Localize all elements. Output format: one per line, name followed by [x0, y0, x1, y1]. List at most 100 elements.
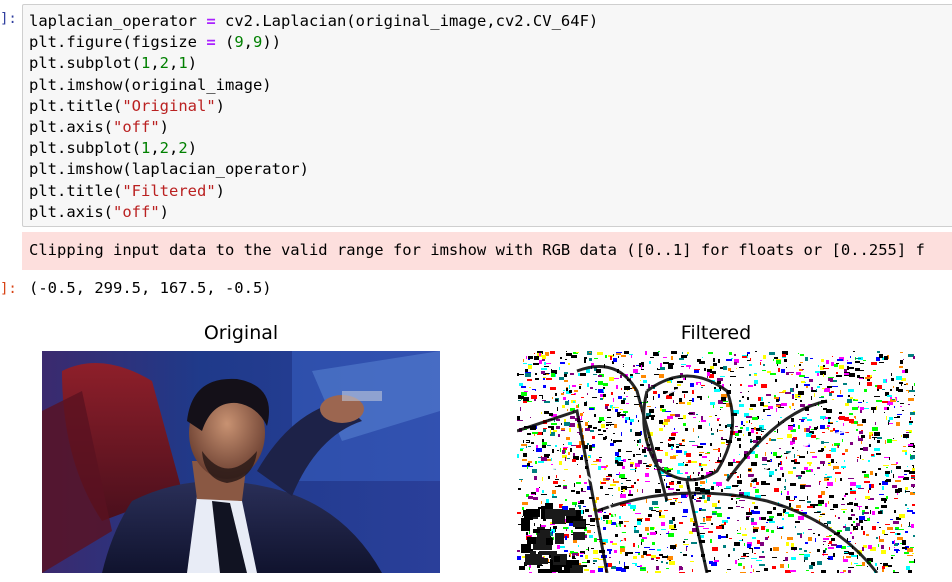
noise-pixel	[885, 471, 890, 474]
noise-pixel	[845, 403, 849, 406]
noise-pixel	[901, 524, 902, 527]
noise-pixel	[633, 543, 635, 547]
noise-pixel	[538, 381, 543, 385]
noise-pixel	[555, 358, 556, 361]
noise-pixel	[808, 537, 812, 541]
noise-pixel	[786, 367, 787, 368]
noise-pixel	[697, 446, 703, 448]
noise-pixel	[892, 440, 897, 441]
noise-pixel	[851, 553, 853, 554]
noise-pixel	[677, 481, 681, 484]
noise-pixel	[800, 362, 803, 363]
noise-pixel	[607, 417, 611, 418]
noise-pixel	[678, 463, 684, 466]
noise-pixel	[800, 400, 802, 402]
noise-pixel	[823, 419, 824, 420]
noise-pixel	[791, 374, 793, 375]
noise-pixel	[774, 488, 779, 492]
noise-pixel	[522, 507, 524, 510]
noise-pixel	[573, 540, 577, 543]
noise-pixel	[580, 416, 581, 419]
noise-pixel	[534, 353, 535, 354]
noise-pixel	[593, 550, 598, 554]
noise-pixel	[913, 411, 915, 412]
code-input-cell[interactable]: laplacian_operator = cv2.Laplacian(origi…	[22, 4, 952, 227]
noise-pixel	[681, 364, 686, 365]
noise-pixel	[776, 360, 781, 364]
noise-pixel	[613, 354, 614, 356]
noise-pixel	[878, 549, 881, 553]
noise-pixel	[635, 513, 641, 514]
noise-pixel	[832, 399, 834, 400]
noise-pixel	[765, 452, 766, 456]
noise-pixel	[670, 496, 674, 497]
noise-pixel	[909, 432, 911, 433]
noise-pixel	[626, 396, 628, 397]
noise-pixel	[798, 396, 800, 397]
noise-pixel	[798, 476, 801, 479]
noise-pixel	[603, 437, 606, 440]
noise-pixel	[898, 476, 904, 478]
noise-pixel	[646, 463, 647, 464]
noise-pixel	[867, 566, 868, 567]
noise-pixel	[632, 563, 637, 564]
noise-pixel	[861, 435, 865, 438]
noise-pixel	[849, 410, 855, 411]
noise-pixel	[541, 501, 542, 504]
noise-pixel	[542, 477, 543, 481]
noise-pixel	[811, 396, 812, 400]
noise-pixel	[878, 511, 882, 514]
noise-pixel	[872, 511, 875, 515]
noise-pixel	[535, 461, 537, 464]
noise-pixel	[870, 510, 871, 514]
noise-pixel	[764, 380, 769, 384]
noise-pixel	[729, 538, 732, 539]
noise-pixel	[822, 513, 825, 514]
noise-pixel	[813, 541, 814, 545]
noise-pixel	[727, 569, 731, 570]
code-editor[interactable]: laplacian_operator = cv2.Laplacian(origi…	[29, 11, 952, 223]
noise-pixel	[767, 519, 772, 521]
noise-pixel	[580, 553, 584, 554]
noise-pixel	[860, 363, 864, 364]
noise-pixel	[861, 526, 863, 530]
noise-pixel	[893, 438, 894, 439]
noise-pixel	[765, 410, 770, 412]
noise-pixel	[676, 403, 678, 404]
noise-pixel	[839, 365, 844, 369]
noise-pixel	[768, 536, 769, 538]
noise-pixel	[568, 452, 570, 455]
noise-pixel	[895, 480, 901, 482]
noise-pixel	[712, 371, 716, 374]
noise-pixel	[608, 488, 613, 489]
noise-pixel	[686, 546, 688, 547]
noise-pixel	[697, 411, 702, 413]
noise-pixel	[590, 570, 595, 573]
noise-pixel	[750, 404, 756, 407]
noise-pixel	[879, 362, 884, 363]
noise-pixel	[675, 414, 680, 417]
noise-pixel	[864, 512, 869, 514]
noise-pixel	[843, 559, 848, 562]
noise-pixel	[740, 427, 743, 429]
noise-pixel	[829, 535, 832, 536]
noise-pixel	[595, 389, 597, 390]
noise-pixel	[819, 482, 820, 485]
noise-pixel	[576, 482, 581, 484]
noise-pixel	[866, 528, 867, 531]
noise-pixel	[847, 360, 848, 361]
noise-pixel	[774, 431, 776, 432]
noise-pixel	[889, 405, 890, 406]
noise-pixel	[749, 508, 750, 512]
noise-pixel	[665, 452, 668, 456]
noise-pixel	[703, 518, 705, 522]
noise-pixel	[776, 359, 781, 360]
noise-pixel	[659, 510, 662, 512]
noise-pixel	[775, 379, 777, 382]
code-line: plt.title("Original")	[29, 96, 952, 117]
noise-pixel	[896, 422, 900, 426]
noise-pixel	[652, 501, 658, 505]
noise-pixel	[856, 434, 860, 436]
noise-pixel	[567, 458, 570, 459]
noise-pixel	[757, 509, 762, 510]
